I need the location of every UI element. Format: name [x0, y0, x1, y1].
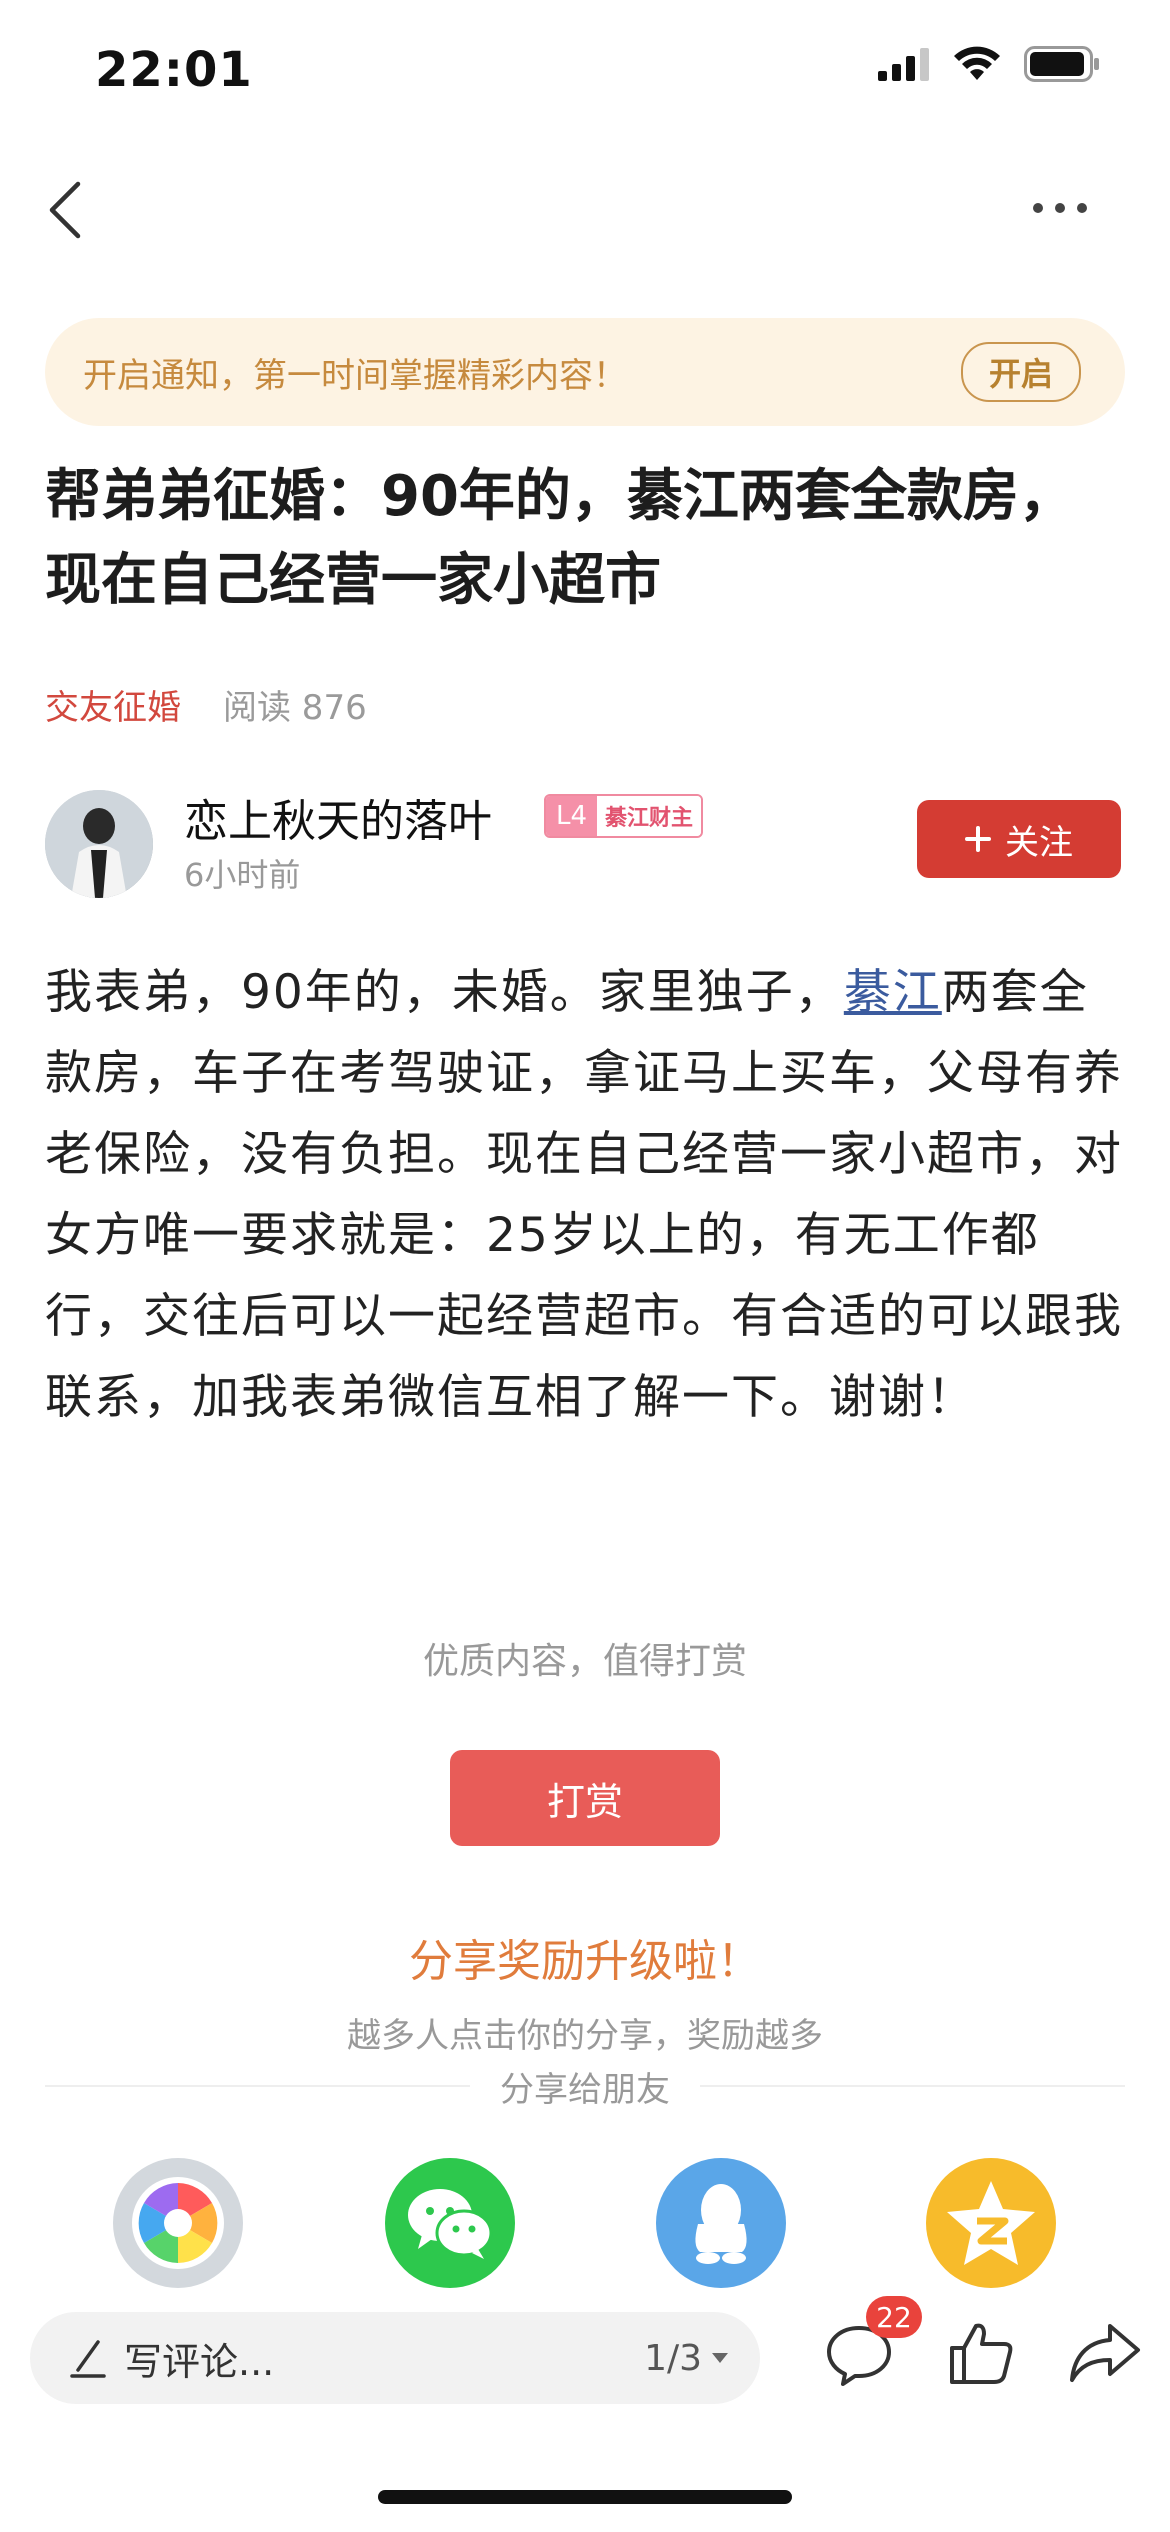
- category-link[interactable]: 交友征婚: [45, 680, 181, 729]
- share-wechat-button[interactable]: [385, 2158, 515, 2288]
- home-indicator: [378, 2490, 792, 2504]
- follow-label: 关注: [1005, 822, 1073, 863]
- body-text-part1: 我表弟，90年的，未婚。家里独子，: [45, 965, 844, 1020]
- article-title: 帮弟弟征婚：90年的，綦江两套全款房，现在自己经营一家小超市: [45, 464, 1075, 613]
- page-indicator[interactable]: 1/3: [644, 2338, 730, 2379]
- pencil-icon: [70, 2340, 106, 2378]
- level-title: 綦江财主: [597, 796, 702, 836]
- notification-banner: 开启通知，第一时间掌握精彩内容！ 开启: [45, 318, 1125, 426]
- share-qzone-button[interactable]: [926, 2158, 1056, 2288]
- share-qq-button[interactable]: [656, 2158, 786, 2288]
- cellular-signal-icon: [878, 48, 929, 81]
- page-indicator-text: 1/3: [644, 2337, 702, 2379]
- author-level-badge: L4 綦江财主: [544, 794, 704, 838]
- avatar-image: [45, 790, 153, 898]
- back-icon[interactable]: [34, 178, 98, 242]
- article-meta: 交友征婚 阅读 876: [45, 680, 367, 729]
- more-options-icon[interactable]: [1030, 198, 1090, 218]
- wechat-icon: [408, 2189, 493, 2259]
- like-icon[interactable]: [946, 2318, 1016, 2388]
- qq-icon: [695, 2184, 747, 2264]
- location-link[interactable]: 綦江: [844, 965, 942, 1020]
- plus-icon: [965, 826, 991, 852]
- follow-button[interactable]: 关注: [917, 800, 1121, 878]
- share-label: 分享给朋友: [470, 2070, 700, 2110]
- comment-input[interactable]: 写评论... 1/3: [30, 2312, 760, 2404]
- battery-icon: [1024, 46, 1099, 82]
- share-title: 分享奖励升级啦！: [409, 1936, 761, 1987]
- share-subtitle: 越多人点击你的分享，奖励越多: [347, 2016, 823, 2056]
- read-count: 阅读 876: [223, 688, 367, 728]
- author-name[interactable]: 恋上秋天的落叶: [184, 785, 492, 849]
- body-text-part2: 两套全款房，车子在考驾驶证，拿证马上买车，父母有养老保险，没有负担。现在自己经营…: [45, 965, 1123, 1425]
- caret-down-icon: [712, 2353, 728, 2363]
- reward-hint: 优质内容，值得打赏: [422, 1641, 747, 1682]
- share-label-wrap: 分享给朋友: [0, 2062, 1170, 2111]
- status-icons: [878, 46, 1100, 82]
- qzone-icon: [947, 2181, 1035, 2265]
- status-time: 22:01: [95, 42, 253, 98]
- wifi-icon: [954, 46, 1000, 80]
- post-time: 6小时前: [184, 856, 301, 894]
- author-avatar[interactable]: [45, 790, 153, 898]
- share-icon[interactable]: [1068, 2322, 1142, 2384]
- share-moments-button[interactable]: [113, 2158, 243, 2288]
- camera-aperture-icon: [132, 2177, 224, 2269]
- reward-button[interactable]: 打赏: [450, 1750, 720, 1846]
- article-body: 我表弟，90年的，未婚。家里独子，綦江两套全款房，车子在考驾驶证，拿证马上买车，…: [45, 952, 1130, 1438]
- enable-notification-button[interactable]: 开启: [961, 342, 1081, 402]
- notification-text: 开启通知，第一时间掌握精彩内容！: [83, 355, 627, 396]
- level-label: L4: [546, 796, 598, 836]
- comment-placeholder: 写评论...: [124, 2339, 275, 2384]
- comment-count-badge: 22: [866, 2296, 922, 2338]
